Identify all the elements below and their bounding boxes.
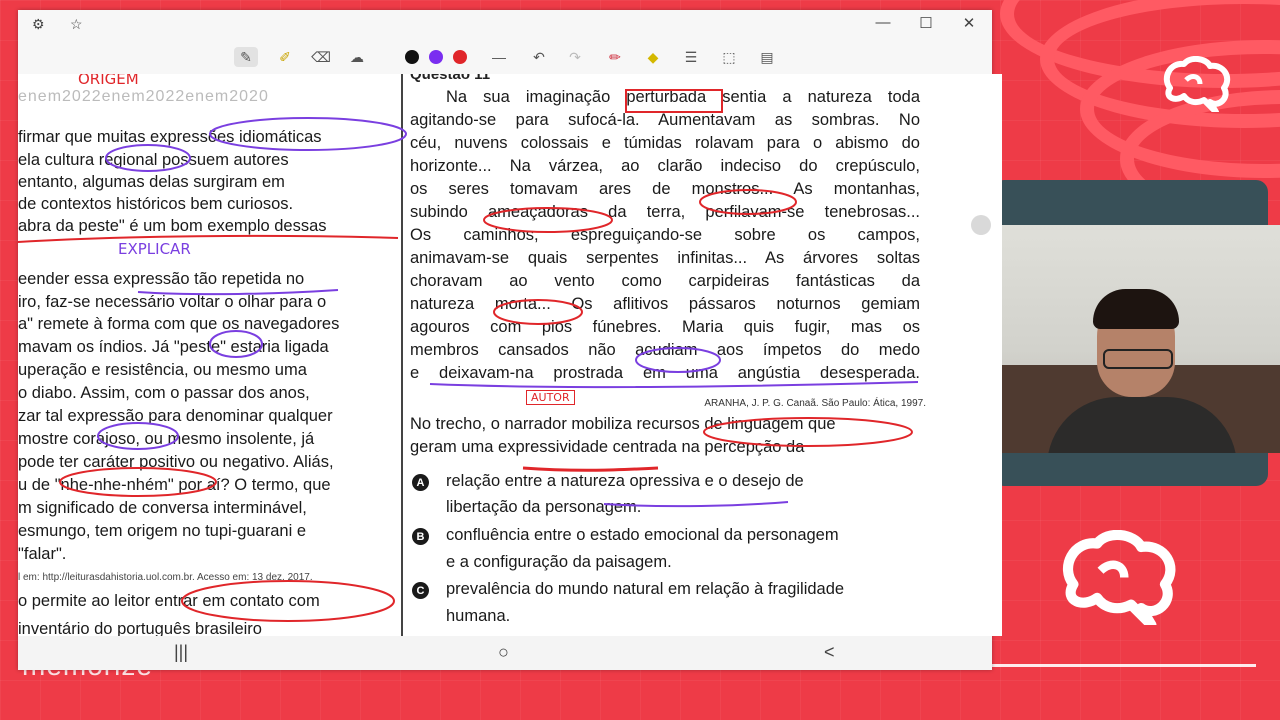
right-page: Questão 11 Na sua imaginação perturbada … [404,74,1002,636]
star-icon[interactable]: ☆ [70,16,83,33]
left-line: "falar". [18,545,67,563]
image-icon[interactable]: ⬚ [718,47,740,67]
passage-line: Os caminhos, espreguiçando-se sobre os c… [410,226,920,244]
passage-line: Na sua imaginação perturbada sentia a na… [446,88,920,106]
left-line: ela cultura regional possuem autores [18,151,289,169]
brain-logo-icon [1163,56,1231,112]
page-icon[interactable]: ▤ [756,47,778,67]
left-line: u de "nhe-nhe-nhém" por aí? O termo, que [18,476,331,494]
passage-line: céu, nuvens colossais e túmidas rolavam … [410,134,920,152]
left-page: enem2022enem2022enem2020 firmar que muit… [18,74,402,636]
option-a-line[interactable]: relação entre a natureza opressiva e o d… [446,472,924,491]
left-line: esmungo, tem origem no tupi-guarani e [18,522,306,540]
left-line: uperação e resistência, ou mesmo uma [18,361,307,379]
page-divider [401,74,403,636]
drawing-toolbar: ✎ ✐ ⌫ ☁ — ↶ ↷ ✏ ◆ ☰ ⬚ ▤ [18,40,992,74]
question-stem-line: geram uma expressividade centrada na per… [410,438,805,456]
passage-line: e deixavam-na prostrada em uma angústia … [410,364,920,382]
annotation-origem: ORIGEM [78,74,139,88]
text-icon[interactable]: ☰ [680,47,702,67]
window-titlebar: ⚙ ☆ — ☐ ✕ [18,10,992,40]
option-b-badge[interactable]: B [412,528,429,545]
color-black-button[interactable] [402,47,422,67]
home-button[interactable]: ○ [498,642,509,663]
brand-underline [992,664,1256,667]
shape-icon[interactable]: ◆ [642,47,664,67]
left-line: a" remete à forma com que os navegadores [18,315,340,333]
passage-citation: ARANHA, J. P. G. Canaã. São Paulo: Ática… [704,398,926,409]
passage-line: membros cansados não acudiam aos ímpetos… [410,341,920,359]
background-stripes [980,0,1280,180]
left-line: mostre corajoso, ou mesmo insolente, já [18,430,315,448]
webcam-feed [975,225,1280,453]
option-b-line[interactable]: confluência entre o estado emocional da … [446,526,924,545]
left-page-header: enem2022enem2022enem2020 [18,88,269,105]
passage-line: agouros com pios fúnebres. Maria quis fu… [410,318,920,336]
scroll-handle[interactable] [971,215,991,235]
navigation-bar: ||| ○ < [18,636,992,670]
marker-icon[interactable]: ✏ [604,47,626,67]
line-icon[interactable]: — [488,47,510,67]
option-a-badge[interactable]: A [412,474,429,491]
passage-line: os seres tomavam ares de monstros... As … [410,180,920,198]
minimize-button[interactable]: — [868,14,898,31]
left-line: abra da peste" é um bom exemplo dessas [18,217,327,235]
pen-icon[interactable]: ✎ [234,47,258,67]
recent-apps-button[interactable]: ||| [174,642,188,663]
option-c-badge[interactable]: C [412,582,429,599]
passage-line: agitando-se para sufocá-la. Aumentavam a… [410,111,920,129]
settings-icon[interactable]: ⚙ [32,16,45,33]
option-a-line[interactable]: libertação da personagem. [446,498,924,517]
left-source: l em: http://leiturasdahistoria.uol.com.… [18,572,313,583]
left-line: de contextos históricos bem curiosos. [18,195,294,213]
lasso-icon[interactable]: ☁ [346,47,368,67]
passage-line: animavam-se quais serpentes infinitas...… [410,249,920,267]
left-line: zar tal expressão para denominar qualque… [18,407,333,425]
color-purple-button[interactable] [426,47,446,67]
question-label: Questão 11 [410,74,491,83]
left-line: o diabo. Assim, com o passar dos anos, [18,384,310,402]
left-line: eender essa expressão tão repetida no [18,270,305,288]
passage-line: natureza morta... Os aflitivos pássaros … [410,295,920,313]
left-line: mavam os índios. Já "peste" estaria liga… [18,338,329,356]
option-c-line[interactable]: humana. [446,607,924,626]
left-line: iro, faz-se necessário voltar o olhar pa… [18,293,327,311]
left-line: m significado de conversa interminável, [18,499,307,517]
annotation-explicar: EXPLICAR [118,240,191,258]
redo-icon[interactable]: ↷ [564,47,586,67]
left-bottom-line: o permite ao leitor entrar em contato co… [18,592,320,610]
brain-logo-large-icon [1063,530,1176,625]
tablet-window: ⚙ ☆ — ☐ ✕ ✎ ✐ ⌫ ☁ — ↶ ↷ ✏ ◆ ☰ ⬚ ▤ enem20… [18,10,1002,670]
close-button[interactable]: ✕ [954,14,984,32]
option-c-line[interactable]: prevalência do mundo natural em relação … [446,580,924,599]
passage-line: choravam ao vento como carpideiras fantá… [410,272,920,290]
passage-line: subindo ameaçadoras da terra, perfilavam… [410,203,920,221]
passage-line: horizonte... Na várzea, ao clarão indeci… [410,157,920,175]
back-button[interactable]: < [824,642,835,663]
color-red-button[interactable] [450,47,470,67]
document-view[interactable]: enem2022enem2022enem2020 firmar que muit… [18,74,1002,636]
left-line: entanto, algumas delas surgiram em [18,173,285,191]
left-bottom-line: inventário do português brasileiro [18,620,262,636]
left-line: firmar que muitas expressões idiomáticas [18,128,322,146]
left-line: pode ter caráter positivo ou negativo. A… [18,453,334,471]
annotation-autor: AUTOR [526,390,575,405]
eraser-icon[interactable]: ⌫ [310,47,332,67]
undo-icon[interactable]: ↶ [528,47,550,67]
highlighter-icon[interactable]: ✐ [274,47,296,67]
maximize-button[interactable]: ☐ [911,14,941,32]
question-stem-line: No trecho, o narrador mobiliza recursos … [410,415,836,433]
option-b-line[interactable]: e a configuração da paisagem. [446,553,924,572]
